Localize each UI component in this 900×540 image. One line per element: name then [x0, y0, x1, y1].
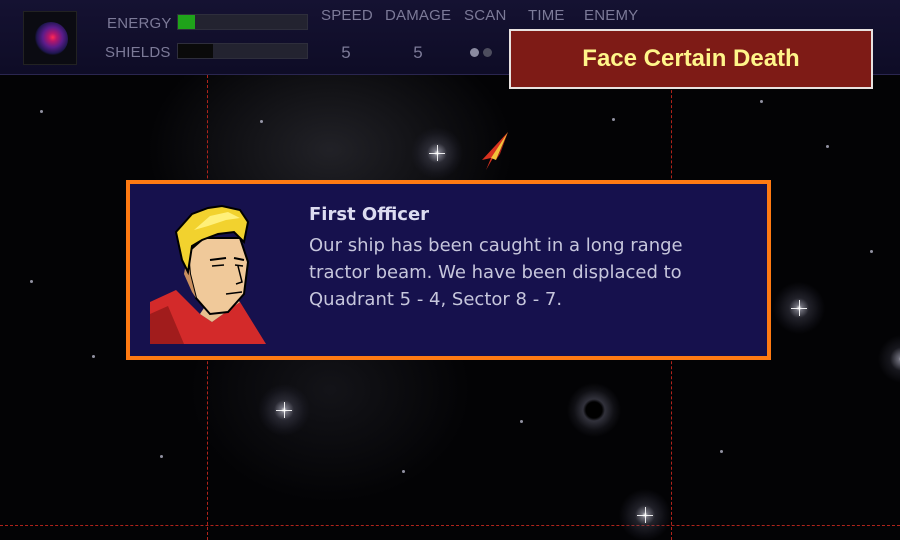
nebula-orb-icon [34, 22, 68, 56]
scan-dot [470, 48, 479, 57]
damage-value: 5 [413, 43, 423, 62]
star [92, 355, 95, 358]
star-system[interactable] [411, 127, 463, 179]
star-system[interactable] [878, 335, 900, 383]
message-dialog[interactable]: First Officer Our ship has been caught i… [126, 180, 771, 360]
shields-bar [177, 43, 308, 59]
scan-indicator [470, 42, 496, 61]
energy-bar [177, 14, 308, 30]
star-system[interactable] [258, 384, 310, 436]
ship-status-icon[interactable] [23, 11, 77, 65]
star-system[interactable] [619, 489, 671, 540]
star [760, 100, 763, 103]
star [612, 118, 615, 121]
enemy-label: ENEMY [584, 7, 639, 24]
time-label: TIME [528, 7, 565, 24]
star [260, 120, 263, 123]
star [720, 450, 723, 453]
speed-label: SPEED [321, 7, 373, 24]
star [402, 470, 405, 473]
first-officer-portrait [150, 204, 266, 344]
shields-label: SHIELDS [105, 44, 171, 61]
scan-dot [483, 48, 492, 57]
star-system[interactable] [773, 282, 825, 334]
black-hole[interactable] [567, 383, 621, 437]
shields-bar-fill [178, 44, 213, 58]
speaker-name: First Officer [309, 204, 430, 225]
face-certain-death-label: Face Certain Death [582, 45, 800, 72]
star [826, 145, 829, 148]
star [520, 420, 523, 423]
star [160, 455, 163, 458]
speed-value: 5 [341, 43, 351, 62]
face-certain-death-button[interactable]: Face Certain Death [509, 29, 873, 89]
star [40, 110, 43, 113]
energy-label: ENERGY [107, 15, 172, 32]
star [870, 250, 873, 253]
player-ship-icon[interactable] [478, 130, 510, 172]
star [30, 280, 33, 283]
scan-label: SCAN [464, 7, 507, 24]
dialog-message: Our ship has been caught in a long range… [309, 235, 683, 310]
sector-grid-line [0, 525, 900, 526]
damage-label: DAMAGE [385, 7, 452, 24]
energy-bar-fill [178, 15, 195, 29]
